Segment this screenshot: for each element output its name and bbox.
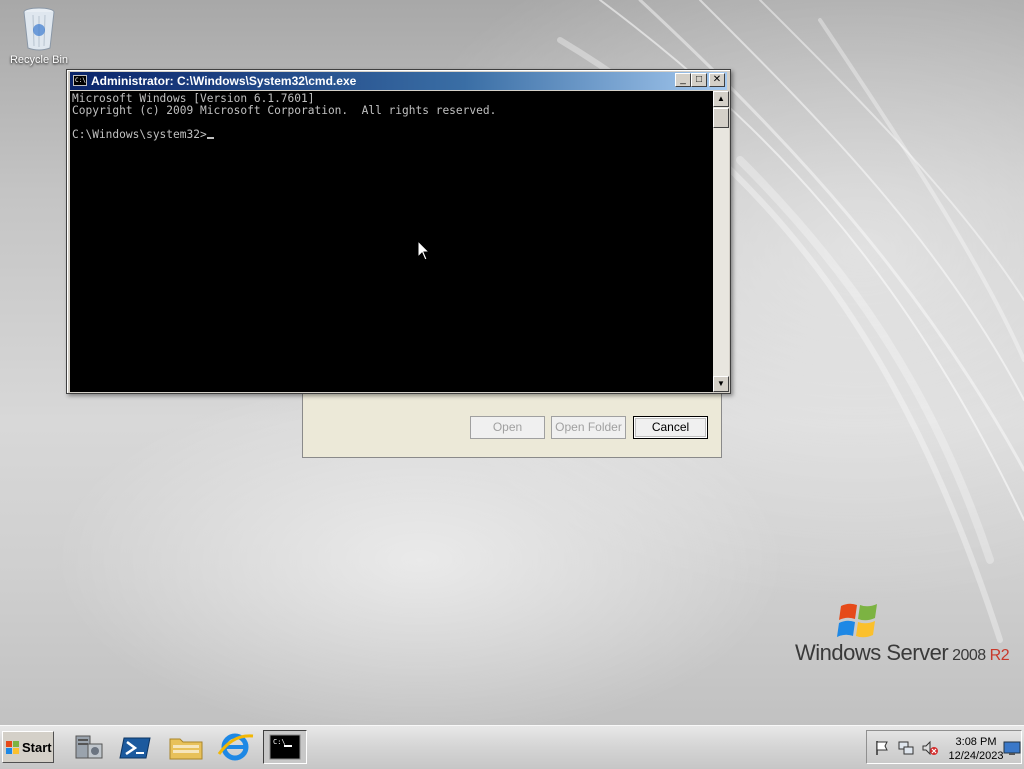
open-button[interactable]: Open	[470, 416, 545, 439]
windows-start-icon	[6, 741, 19, 754]
windows-server-branding: Windows Server 2008 R2	[795, 600, 1010, 670]
product-name: Windows Server 2008 R2	[795, 640, 1010, 665]
recycle-bin-icon	[23, 7, 55, 51]
clock-time: 3:08 PM	[955, 736, 997, 748]
svg-text:C:\: C:\	[273, 738, 286, 746]
folder-icon	[169, 738, 203, 760]
taskbar-server-manager[interactable]	[66, 730, 110, 764]
open-folder-button[interactable]: Open Folder	[551, 416, 626, 439]
taskbar-cmd[interactable]: C:\	[263, 730, 307, 764]
network-icon[interactable]	[897, 739, 915, 757]
powershell-icon	[119, 737, 151, 759]
cmd-titlebar[interactable]: C:\ Administrator: C:\Windows\System32\c…	[70, 72, 727, 90]
windows-flag-logo-icon	[837, 603, 877, 638]
mouse-pointer-icon	[417, 240, 431, 261]
console-line: Copyright (c) 2009 Microsoft Corporation…	[72, 104, 497, 117]
cmd-window[interactable]: C:\ Administrator: C:\Windows\System32\c…	[66, 69, 731, 394]
server-manager-icon	[75, 735, 103, 759]
show-desktop-icon[interactable]	[1003, 739, 1021, 757]
recycle-bin-shortcut[interactable]: Recycle Bin	[8, 6, 70, 66]
taskbar-internet-explorer[interactable]	[213, 730, 257, 764]
ie-icon	[217, 733, 254, 761]
taskbar-explorer[interactable]	[164, 730, 208, 764]
cancel-button[interactable]: Cancel	[633, 416, 708, 439]
system-tray: 3:08 PM 12/24/2023	[866, 730, 1022, 764]
command-prompt: C:\Windows\system32>	[72, 128, 207, 141]
volume-muted-icon[interactable]	[921, 739, 939, 757]
scroll-thumb[interactable]	[713, 108, 729, 128]
close-button[interactable]: ✕	[709, 73, 725, 87]
system-clock[interactable]: 3:08 PM 12/24/2023	[945, 735, 1007, 763]
recycle-bin-label: Recycle Bin	[9, 54, 69, 66]
taskbar: Start C:\ 3:08 PM 12/24/2023	[0, 725, 1024, 769]
minimize-button[interactable]: _	[675, 73, 691, 87]
start-button[interactable]: Start	[2, 731, 54, 763]
start-label: Start	[22, 740, 52, 755]
cmd-title-icon: C:\	[73, 75, 87, 86]
clock-date: 12/24/2023	[948, 750, 1004, 762]
text-caret	[206, 137, 214, 139]
maximize-button[interactable]: □	[691, 73, 707, 87]
cmd-icon: C:\	[269, 734, 301, 760]
scroll-down-button[interactable]: ▼	[713, 376, 729, 392]
scroll-up-button[interactable]: ▲	[713, 91, 729, 107]
vertical-scrollbar[interactable]: ▲ ▼	[713, 91, 729, 392]
console-output[interactable]: Microsoft Windows [Version 6.1.7601] Cop…	[70, 91, 713, 392]
taskbar-powershell[interactable]	[114, 730, 158, 764]
cmd-window-title: Administrator: C:\Windows\System32\cmd.e…	[91, 74, 357, 88]
action-center-flag-icon[interactable]	[873, 739, 891, 757]
file-dialog-footer: Open Open Folder Cancel	[302, 392, 722, 458]
